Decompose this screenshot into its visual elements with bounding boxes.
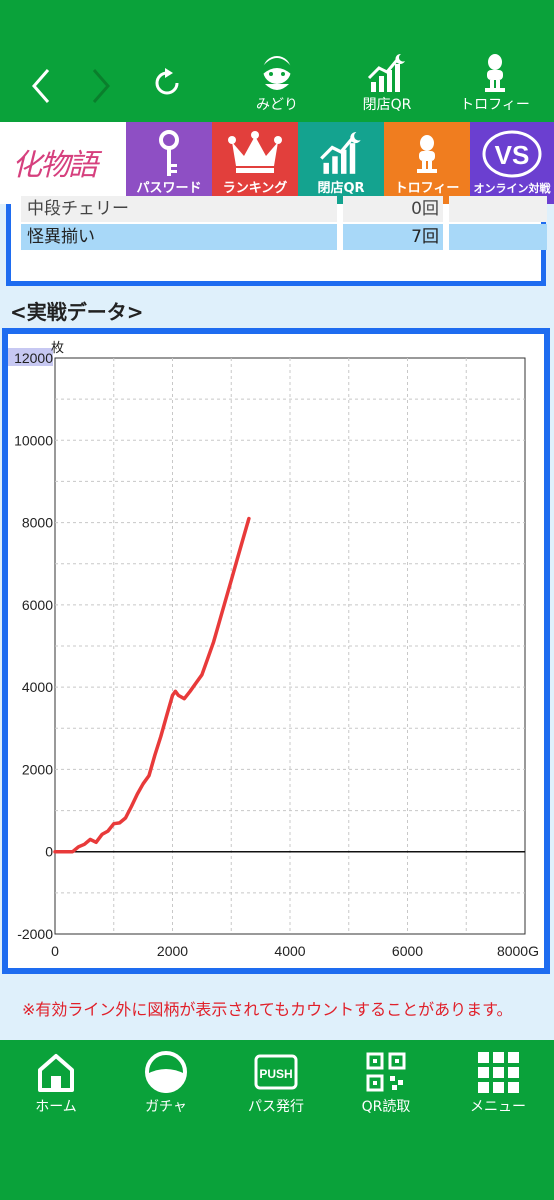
bottom-nav-gacha[interactable]: ガチャ bbox=[118, 1050, 214, 1116]
bottom-nav-pass[interactable]: PUSH パス発行 bbox=[228, 1050, 324, 1116]
crown-icon bbox=[228, 131, 282, 173]
x-tick-label: 8000G bbox=[497, 943, 539, 959]
chart-moon-icon bbox=[320, 132, 361, 174]
row-extra bbox=[449, 196, 547, 222]
bottom-nav-qr[interactable]: QR読取 bbox=[338, 1050, 434, 1116]
tile-online-battle[interactable]: VS オンライン対戦 bbox=[470, 122, 554, 204]
y-tick-label: 6000 bbox=[22, 597, 53, 613]
y-unit-label: 枚 bbox=[51, 341, 64, 356]
chart-container: 12000 10000 8000 6000 4000 2000 0 -2000 枚 0 2000 40… bbox=[2, 328, 550, 974]
y-tick-label: 0 bbox=[45, 844, 53, 860]
y-tick-label: 12000 bbox=[14, 350, 53, 366]
character-icon bbox=[263, 56, 291, 90]
bottom-nav-pass-label: パス発行 bbox=[248, 1099, 304, 1115]
game-logo-text: 化物語 bbox=[12, 148, 98, 183]
tile-close-qr[interactable]: 閉店QR bbox=[298, 122, 384, 204]
tile-password[interactable]: パスワード bbox=[126, 122, 212, 204]
row-value: 0回 bbox=[343, 196, 443, 222]
y-tick-label: 8000 bbox=[22, 515, 53, 531]
tile-ranking[interactable]: ランキング bbox=[212, 122, 298, 204]
x-tick-label: 0 bbox=[51, 943, 59, 959]
line-chart: 120001000080006000400020000-2000枚0 2000 40… bbox=[8, 341, 539, 959]
y-tick-label: 2000 bbox=[22, 761, 53, 777]
key-icon bbox=[159, 130, 179, 176]
top-nav-bar: みどり 閉店QR トロフィー bbox=[0, 0, 554, 122]
menu-tiles: 化物語 パスワード ランキング 閉店QR トロフィー VS オンライン対戦 bbox=[0, 122, 554, 204]
section-title: <実戦データ> bbox=[10, 300, 144, 324]
top-nav-close-qr[interactable]: 閉店QR bbox=[342, 52, 432, 118]
notice-text: ※有効ライン外に図柄が表示されてもカウントすることがあります。 bbox=[22, 1000, 513, 1019]
home-icon bbox=[38, 1054, 74, 1092]
row-value: 7回 bbox=[343, 224, 443, 250]
bottom-nav-menu[interactable]: メニュー bbox=[450, 1050, 546, 1116]
chart-moon-icon bbox=[367, 53, 405, 92]
qr-icon bbox=[366, 1052, 406, 1092]
bottom-nav-menu-label: メニュー bbox=[470, 1099, 526, 1115]
trophy-icon bbox=[485, 54, 505, 92]
gacha-icon bbox=[145, 1051, 187, 1093]
x-tick-label: 4000 bbox=[274, 943, 305, 959]
top-nav-trophy[interactable]: トロフィー bbox=[450, 52, 540, 118]
tile-password-label: パスワード bbox=[136, 181, 202, 196]
bottom-nav-home-label: ホーム bbox=[35, 1099, 77, 1115]
game-logo[interactable]: 化物語 bbox=[0, 122, 126, 204]
x-tick-label: 2000 bbox=[157, 943, 188, 959]
bottom-nav-bar: ホーム ガチャ PUSH パス発行 QR読取 メニュー bbox=[0, 1040, 554, 1200]
top-nav-close-qr-label: 閉店QR bbox=[362, 97, 412, 113]
app-screen: みどり 閉店QR トロフィー 化物語 パスワード ランキング 閉店QR トロフィ… bbox=[0, 0, 554, 1200]
stats-table: 中段チェリー 0回 怪異揃い 7回 bbox=[6, 196, 547, 286]
bottom-nav-home[interactable]: ホーム bbox=[8, 1050, 104, 1116]
bottom-nav-gacha-label: ガチャ bbox=[145, 1099, 187, 1115]
svg-text:VS: VS bbox=[495, 140, 530, 170]
x-tick-label: 6000 bbox=[392, 943, 423, 959]
top-nav-midori[interactable]: みどり bbox=[232, 52, 322, 118]
top-nav-midori-label: みどり bbox=[256, 97, 298, 113]
bottom-nav-qr-label: QR読取 bbox=[361, 1099, 411, 1115]
y-tick-label: 4000 bbox=[22, 679, 53, 695]
tile-ranking-label: ランキング bbox=[222, 181, 288, 196]
y-tick-label: -2000 bbox=[17, 926, 53, 942]
reload-icon[interactable] bbox=[150, 66, 184, 100]
vs-icon: VS bbox=[482, 130, 542, 178]
row-name: 中段チェリー bbox=[21, 196, 337, 222]
tile-trophy[interactable]: トロフィー bbox=[384, 122, 470, 204]
table-row: 中段チェリー 0回 bbox=[21, 196, 547, 222]
chevron-left-icon[interactable] bbox=[28, 66, 54, 106]
tile-online-battle-label: オンライン対戦 bbox=[473, 182, 551, 195]
menu-grid-icon bbox=[478, 1052, 519, 1093]
svg-text:PUSH: PUSH bbox=[259, 1067, 292, 1081]
top-nav-trophy-label: トロフィー bbox=[460, 97, 530, 113]
tile-close-qr-label: 閉店QR bbox=[317, 181, 365, 196]
row-name: 怪異揃い bbox=[21, 224, 337, 250]
tile-trophy-label: トロフィー bbox=[394, 181, 460, 196]
content-area: 中段チェリー 0回 怪異揃い 7回 <実戦データ> 12000 10000 8000… bbox=[0, 196, 554, 1040]
push-icon: PUSH bbox=[254, 1054, 298, 1090]
chevron-right-icon[interactable] bbox=[88, 66, 114, 106]
y-tick-label: 10000 bbox=[14, 432, 53, 448]
row-extra bbox=[449, 224, 547, 250]
trophy-icon bbox=[417, 135, 437, 173]
table-row: 怪異揃い 7回 bbox=[21, 224, 547, 250]
